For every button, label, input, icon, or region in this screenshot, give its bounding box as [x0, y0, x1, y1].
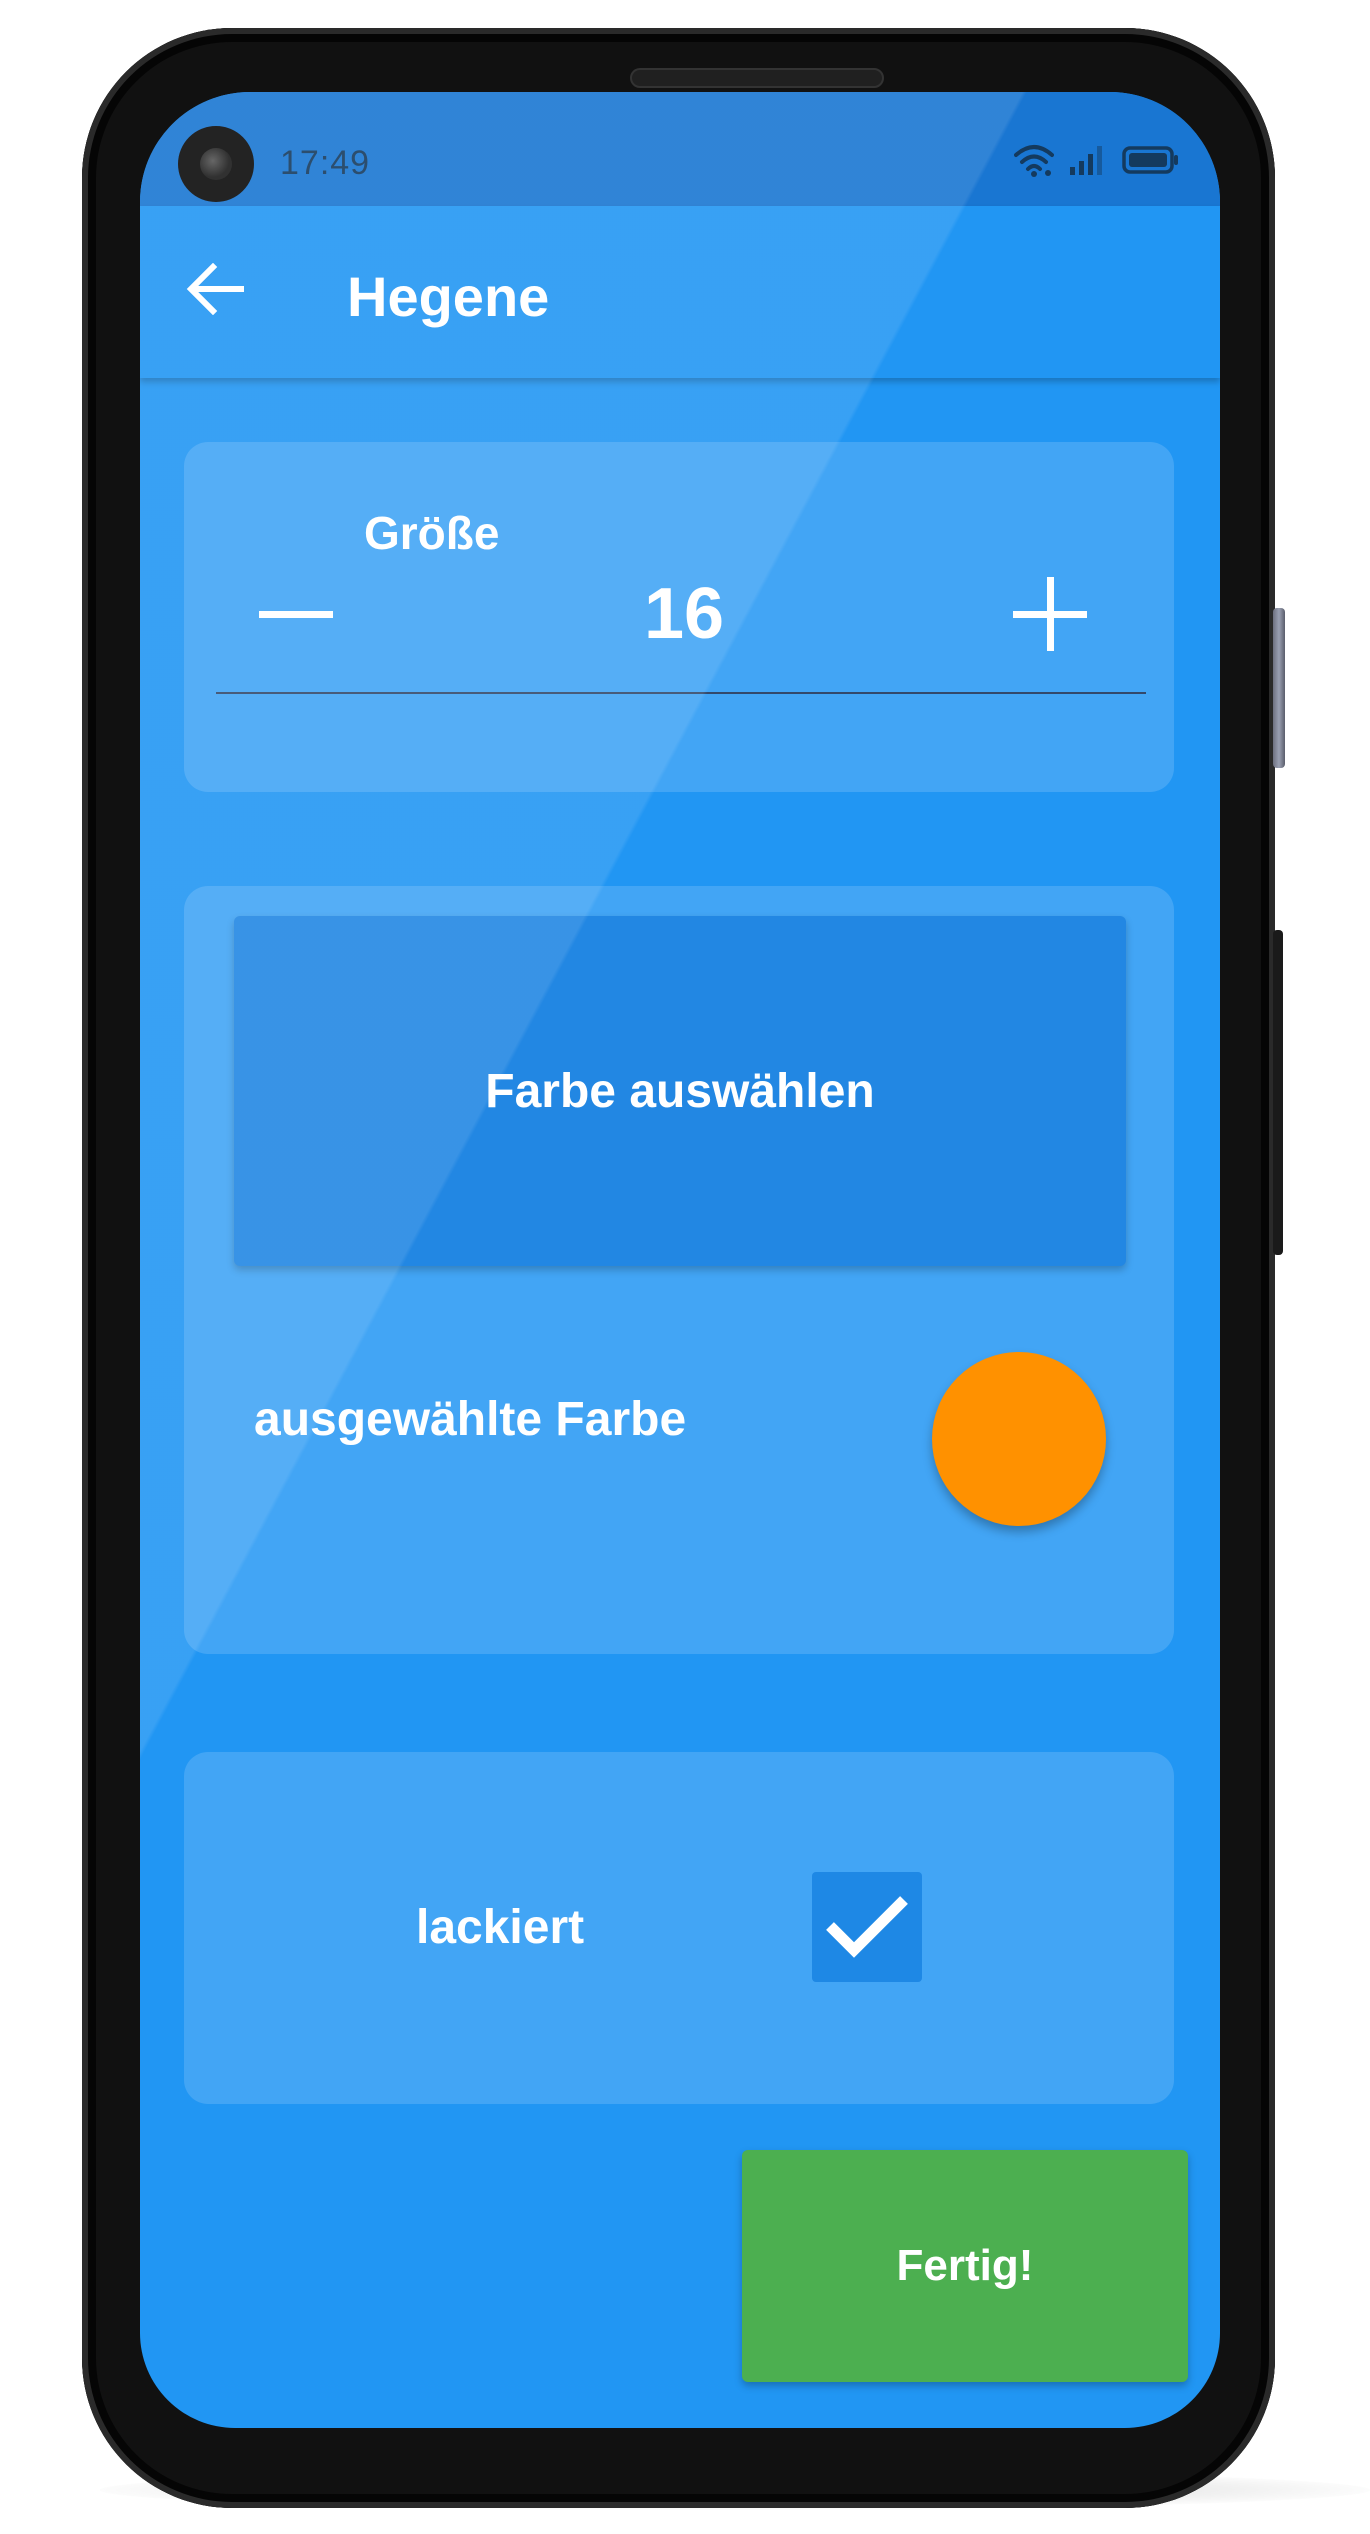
lacquer-label: lackiert: [416, 1901, 585, 1954]
app-bar: Hegene: [140, 206, 1220, 378]
lacquer-checkbox[interactable]: [812, 1872, 922, 1982]
size-label: Größe: [364, 507, 500, 559]
selected-color-swatch[interactable]: [932, 1352, 1106, 1526]
signal-icon: [1068, 143, 1108, 182]
back-button[interactable]: [180, 256, 250, 326]
wifi-icon: [1014, 143, 1054, 182]
page-title: Hegene: [347, 265, 550, 328]
earpiece-speaker: [630, 68, 884, 88]
done-button[interactable]: Fertig!: [742, 2150, 1188, 2382]
status-bar: 17:49: [140, 92, 1220, 206]
color-card: Farbe auswählen ausgewählte Farbe: [184, 886, 1174, 1654]
size-card: Größe 16: [184, 442, 1174, 792]
selected-color-label: ausgewählte Farbe: [254, 1393, 687, 1446]
status-time: 17:49: [280, 144, 371, 182]
size-value-field[interactable]: 16: [534, 574, 834, 654]
lacquer-card: lackiert: [184, 1752, 1174, 2104]
arrow-left-icon: [185, 262, 245, 320]
increment-button[interactable]: [1010, 574, 1090, 654]
camera-icon: [178, 126, 254, 202]
volume-button: [1273, 608, 1285, 768]
pick-color-button[interactable]: Farbe auswählen: [234, 916, 1126, 1266]
checkmark-icon: [824, 1892, 910, 1963]
status-icons: [1014, 144, 1180, 180]
app-screen: 17:49 Hegene Größe 16 Farbe auswählen au…: [140, 92, 1220, 2428]
decrement-button[interactable]: [256, 574, 336, 654]
battery-icon: [1122, 145, 1180, 180]
power-button: [1273, 930, 1283, 1255]
size-input-underline: [216, 692, 1146, 694]
